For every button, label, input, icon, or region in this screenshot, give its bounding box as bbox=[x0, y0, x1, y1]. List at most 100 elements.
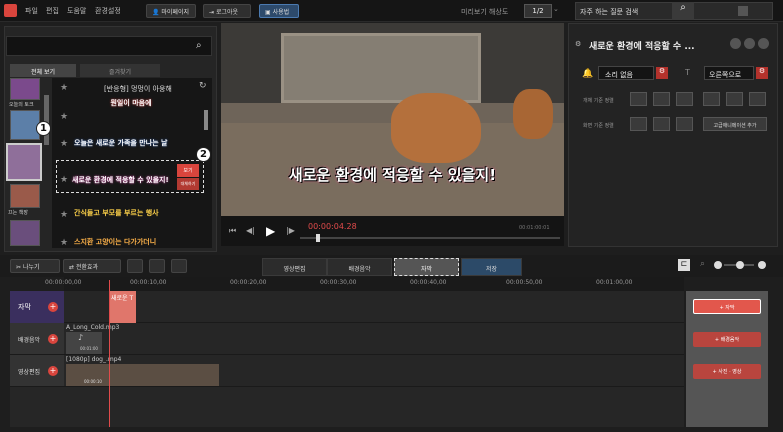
side-scrollbar[interactable] bbox=[44, 95, 49, 145]
zoom-handle[interactable] bbox=[736, 261, 744, 269]
list-header: [반응형] 멍멍이 아웅해 bbox=[104, 85, 172, 93]
usage-button[interactable]: ▣ 사용법 bbox=[259, 4, 299, 18]
category-label: 끄는 책장 bbox=[8, 210, 28, 216]
direction-settings-icon[interactable]: ⚙ bbox=[756, 67, 768, 79]
star-icon[interactable]: ★ bbox=[60, 83, 68, 93]
callout-badge-2: 2 bbox=[196, 147, 211, 162]
transition-button[interactable]: ⇄ 전환효과 bbox=[63, 259, 121, 273]
list-item[interactable]: 뭔일이 마음에 bbox=[108, 98, 154, 128]
current-time[interactable]: 00:00:04.28 bbox=[308, 222, 357, 231]
split-label: 나누기 bbox=[22, 264, 40, 271]
template-search-input[interactable] bbox=[6, 36, 212, 56]
list-item[interactable]: 간식들고 부모를 부르는 행사 bbox=[74, 208, 202, 218]
tab-favorites[interactable]: 즐겨찾기 bbox=[80, 64, 160, 77]
add-bgm-icon[interactable]: + bbox=[48, 334, 58, 344]
tab-all[interactable]: 전체 보기 bbox=[10, 64, 76, 77]
edit-icon[interactable] bbox=[171, 259, 187, 273]
add-subtitle-button[interactable]: + 자막 bbox=[693, 299, 761, 314]
scissors-icon: ✂ bbox=[16, 264, 23, 271]
window-icon[interactable] bbox=[738, 6, 748, 16]
search-icon[interactable]: ⌕ bbox=[196, 40, 202, 51]
screen-center-v-icon[interactable] bbox=[653, 117, 670, 131]
list-item[interactable]: 스지환 고양이는 다가가더니 bbox=[74, 237, 202, 247]
align-bottom-icon[interactable] bbox=[749, 92, 766, 106]
subtitle-clip[interactable]: 새로운 T bbox=[109, 291, 136, 323]
preview-res-select[interactable]: 1/2 bbox=[524, 4, 552, 18]
puppy-reflection bbox=[513, 89, 553, 139]
star-icon[interactable]: ★ bbox=[60, 238, 68, 248]
sound-settings-icon[interactable]: ⚙ bbox=[656, 67, 668, 79]
skip-start-icon[interactable]: ⏮ bbox=[229, 226, 236, 236]
puppy bbox=[391, 93, 481, 163]
tab-bgm[interactable]: 배경음악 bbox=[327, 258, 392, 276]
star-icon[interactable]: ★ bbox=[60, 112, 68, 122]
tab-subtitle[interactable]: 자막 bbox=[394, 258, 459, 276]
mirror bbox=[281, 33, 481, 103]
ruler-tick: 00:00:30,00 bbox=[320, 279, 357, 286]
tab-video-edit[interactable]: 영상편집 bbox=[262, 258, 327, 276]
add-animation-button[interactable]: 고급애니메이션 추가 bbox=[703, 117, 767, 131]
object-align-label: 개체 기준 정렬 bbox=[583, 98, 614, 104]
add-media-button[interactable]: + 사진 · 영상 bbox=[693, 364, 761, 379]
menu-settings[interactable]: 환경설정 bbox=[95, 6, 121, 16]
transition-icon: ⇄ bbox=[69, 264, 76, 271]
align-center-icon[interactable] bbox=[653, 92, 670, 106]
step-back-icon[interactable]: ◀| bbox=[246, 226, 255, 235]
category-thumb[interactable] bbox=[10, 220, 40, 246]
ruler-tick: 00:00:20,00 bbox=[230, 279, 267, 286]
seek-bar[interactable] bbox=[300, 237, 560, 239]
refresh-icon[interactable]: ↻ bbox=[199, 81, 207, 91]
image-icon[interactable] bbox=[149, 259, 165, 273]
user-icon: 👤 bbox=[152, 9, 162, 16]
callout-badge-1: 1 bbox=[36, 121, 51, 136]
ruler-tick: 00:00:50,00 bbox=[506, 279, 543, 286]
zoom-in-icon[interactable] bbox=[758, 261, 766, 269]
menu-edit[interactable]: 편집 bbox=[46, 6, 59, 16]
screen-center-h-icon[interactable] bbox=[630, 117, 647, 131]
more-icon[interactable] bbox=[758, 38, 769, 49]
video-clip-length: 00:00:10 bbox=[84, 379, 102, 384]
add-video-icon[interactable]: + bbox=[48, 366, 58, 376]
screen-center-icon[interactable] bbox=[676, 117, 693, 131]
add-bgm-button[interactable]: + 배경음악 bbox=[693, 332, 761, 347]
step-forward-icon[interactable]: |▶ bbox=[286, 226, 295, 235]
list-item[interactable]: 오늘은 새로운 가족을 만나는 날 bbox=[74, 138, 202, 148]
star-icon[interactable]: ★ bbox=[60, 210, 68, 220]
copy-icon[interactable] bbox=[730, 38, 741, 49]
direction-select[interactable]: 오른쪽으로 bbox=[704, 66, 754, 80]
bgm-clip-length: 00:01:00 bbox=[80, 346, 98, 351]
sound-select[interactable]: 소리 없음 bbox=[598, 66, 654, 80]
menu-help[interactable]: 도움말 bbox=[67, 6, 86, 16]
category-thumb[interactable] bbox=[10, 184, 40, 208]
search-icon[interactable]: ⌕ bbox=[672, 2, 694, 20]
collapse-icon[interactable]: ⊏ bbox=[678, 259, 690, 271]
align-left-icon[interactable] bbox=[630, 92, 647, 106]
mypage-button[interactable]: 👤 마이페이지 bbox=[146, 4, 196, 18]
track-label: 영상편집 bbox=[18, 369, 41, 376]
logout-button[interactable]: ⇥ 로그아웃 bbox=[203, 4, 251, 18]
chevron-down-icon[interactable]: ⌄ bbox=[553, 5, 559, 13]
list-scrollbar[interactable] bbox=[204, 110, 208, 130]
crop-icon[interactable] bbox=[127, 259, 143, 273]
seek-handle[interactable] bbox=[316, 234, 320, 242]
star-icon[interactable]: ★ bbox=[60, 175, 68, 185]
category-thumb-selected[interactable] bbox=[6, 143, 42, 181]
play-icon[interactable]: ▶ bbox=[266, 224, 275, 238]
playhead[interactable] bbox=[109, 280, 110, 427]
star-icon[interactable]: ★ bbox=[60, 139, 68, 149]
category-thumb[interactable] bbox=[10, 78, 40, 100]
ruler-tick: 00:01:00,00 bbox=[596, 279, 633, 286]
align-top-icon[interactable] bbox=[703, 92, 720, 106]
add-label: 자막 bbox=[725, 305, 735, 311]
add-subtitle-icon[interactable]: + bbox=[48, 302, 58, 312]
view-button[interactable]: 보기 bbox=[177, 164, 199, 177]
split-button[interactable]: ✂ 나누기 bbox=[10, 259, 60, 273]
align-middle-icon[interactable] bbox=[726, 92, 743, 106]
tab-save[interactable]: 저장 bbox=[461, 258, 522, 276]
delete-icon[interactable] bbox=[744, 38, 755, 49]
align-right-icon[interactable] bbox=[676, 92, 693, 106]
menu-file[interactable]: 파일 bbox=[25, 6, 38, 16]
zoom-out-icon[interactable] bbox=[714, 261, 722, 269]
faq-search-input[interactable]: 자주 하는 질문 검색 bbox=[580, 7, 638, 17]
replace-button[interactable]: 대체하기 bbox=[177, 178, 199, 190]
